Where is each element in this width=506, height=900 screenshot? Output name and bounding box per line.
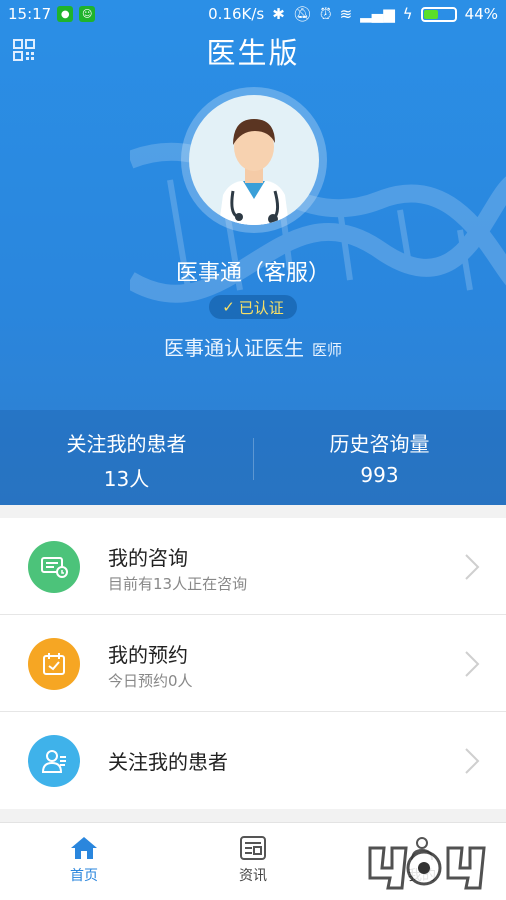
doctor-org: 医事通认证医生 医师 [0, 332, 506, 361]
tab-home-label: 首页 [70, 868, 98, 884]
notification-app-icon: ☺ [79, 6, 96, 22]
stat-followers[interactable]: 关注我的患者 13人 [0, 428, 253, 492]
stat-followers-label: 关注我的患者 [66, 432, 187, 456]
app-root: 15:17 ● ☺ 0.16K/s ✱ 🔕︎ ⏰︎ ≋ ▂▄▆ ϟ 44% 医生… [0, 0, 506, 900]
wifi-icon: ≋ [339, 5, 353, 23]
network-speed: 0.16K/s [208, 5, 265, 23]
menu-item-subtitle: 今日预约0人 [108, 672, 193, 690]
status-bar: 15:17 ● ☺ 0.16K/s ✱ 🔕︎ ⏰︎ ≋ ▂▄▆ ϟ 44% [0, 0, 506, 30]
menu-item-title: 我的预约 [108, 643, 188, 667]
menu-item-title: 我的咨询 [108, 546, 188, 570]
check-circle-icon: ✓ [222, 298, 235, 316]
avatar[interactable] [189, 95, 319, 225]
stats-bar: 关注我的患者 13人 历史咨询量 993 [0, 410, 506, 505]
alarm-icon: ⏰︎ [319, 5, 332, 23]
tab-news-label: 资讯 [239, 868, 267, 884]
stat-consult-total[interactable]: 历史咨询量 993 [253, 428, 506, 487]
watermark-logo [368, 846, 486, 890]
charging-icon: ϟ [402, 5, 413, 23]
profile-header: 15:17 ● ☺ 0.16K/s ✱ 🔕︎ ⏰︎ ≋ ▂▄▆ ϟ 44% 医生… [0, 0, 506, 505]
stat-consult-total-label: 历史咨询量 [329, 432, 430, 456]
patient-icon [28, 735, 80, 787]
mute-bell-icon: 🔕︎ [292, 5, 312, 23]
verified-badge: ✓ 已认证 [209, 295, 297, 319]
doctor-org-name: 医事通认证医生 [163, 336, 304, 360]
menu-item-consult[interactable]: 我的咨询 目前有13人正在咨询 [0, 518, 506, 615]
menu-item-title: 关注我的患者 [108, 750, 228, 774]
status-time: 15:17 [8, 5, 52, 23]
menu-item-followers[interactable]: 关注我的患者 [0, 712, 506, 809]
verified-label: 已认证 [238, 298, 284, 317]
battery-percent: 44% [464, 5, 498, 23]
doctor-role: 医师 [311, 341, 342, 359]
tab-home[interactable]: 首页 [0, 835, 168, 885]
doctor-name: 医事通（客服） [175, 261, 330, 286]
bluetooth-icon: ✱ [272, 5, 285, 23]
chevron-right-icon [465, 651, 480, 677]
chevron-right-icon [465, 554, 480, 580]
calendar-icon [28, 638, 80, 690]
menu-item-appointment[interactable]: 我的预约 今日预约0人 [0, 615, 506, 712]
stat-followers-value: 13人 [103, 467, 150, 491]
menu-list: 我的咨询 目前有13人正在咨询 我的预约 今日预约0人 关注我的患者 [0, 518, 506, 809]
chevron-right-icon [465, 748, 480, 774]
signal-icon: ▂▄▆ [360, 5, 395, 23]
wechat-icon: ● [57, 6, 74, 22]
page-title: 医生版 [206, 36, 300, 70]
battery-icon [420, 6, 457, 22]
consult-icon [28, 541, 80, 593]
doctor-avatar-icon [219, 119, 289, 225]
tab-news[interactable]: 资讯 [169, 835, 337, 885]
news-icon [240, 836, 266, 860]
home-icon [71, 837, 97, 859]
menu-item-subtitle: 目前有13人正在咨询 [108, 575, 248, 593]
stat-consult-total-value: 993 [360, 463, 399, 487]
